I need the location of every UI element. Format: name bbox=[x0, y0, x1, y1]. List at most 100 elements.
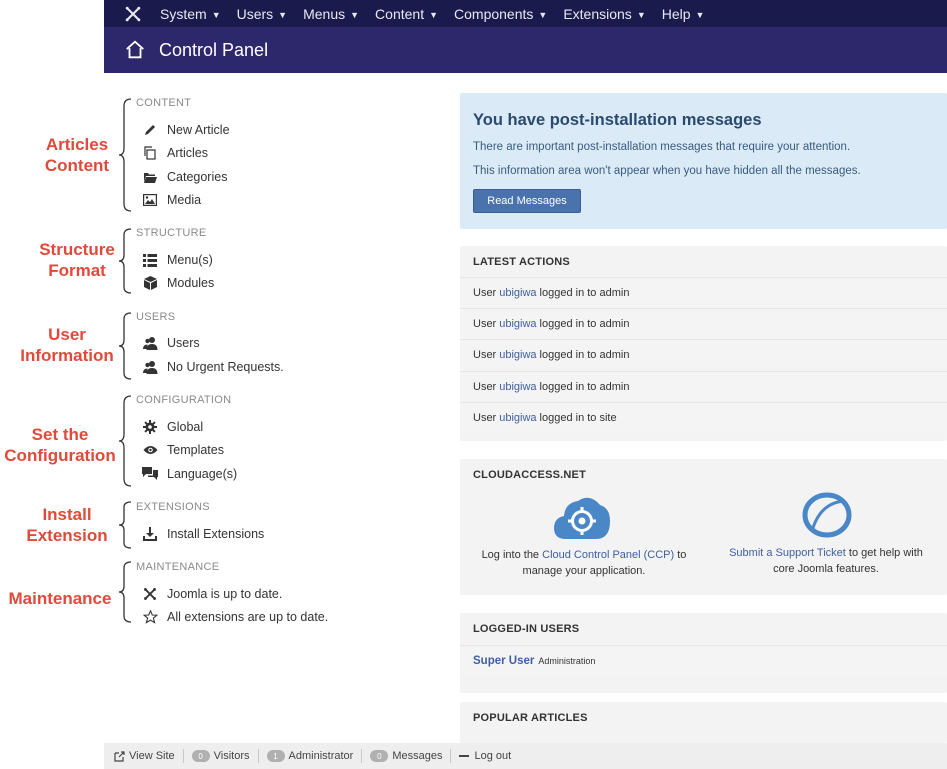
annotation-line: Maintenance bbox=[8, 589, 112, 608]
ccp-text: to bbox=[677, 549, 687, 561]
minus-icon bbox=[459, 755, 470, 757]
sidebar-item-label: Users bbox=[167, 336, 200, 350]
logout-link[interactable]: Log out bbox=[459, 750, 511, 762]
annotation-structure-format: Structure Format bbox=[30, 239, 124, 281]
joomla-icon bbox=[142, 586, 158, 602]
sidebar-item-users[interactable]: Users bbox=[142, 333, 200, 353]
action-text: logged in to admin bbox=[539, 380, 630, 393]
visitors-count-badge: 0 bbox=[191, 750, 210, 762]
popular-articles-panel: POPULAR ARTICLES bbox=[460, 702, 947, 743]
caret-down-icon: ▼ bbox=[278, 9, 288, 20]
sidebar-item-label: Categories bbox=[167, 170, 228, 184]
image-icon bbox=[142, 192, 158, 208]
sidebar-item-categories[interactable]: Categories bbox=[142, 167, 227, 187]
sidebar-item-install-extensions[interactable]: Install Extensions bbox=[142, 524, 264, 544]
action-prefix: User bbox=[473, 286, 497, 299]
administrator-link[interactable]: 1 Administrator bbox=[266, 750, 353, 762]
support-line: Submit a Support Ticket to get help with bbox=[712, 545, 940, 561]
logged-in-user-row: Super User Administration bbox=[460, 645, 947, 675]
messages-link[interactable]: 0 Messages bbox=[370, 750, 442, 762]
sidebar-item-label: New Article bbox=[167, 123, 230, 137]
action-row: User ubigiwa logged in to admin bbox=[460, 277, 947, 307]
ccp-login-line: Log into the Cloud Control Panel (CCP) t… bbox=[466, 547, 702, 563]
sidebar-item-media[interactable]: Media bbox=[142, 190, 201, 210]
joomla-logo-icon[interactable] bbox=[124, 5, 142, 23]
messages-count-badge: 0 bbox=[370, 750, 389, 762]
divider bbox=[450, 749, 452, 763]
sidebar-item-label: Global bbox=[167, 420, 204, 434]
star-icon bbox=[142, 609, 158, 625]
sidebar-item-articles[interactable]: Articles bbox=[142, 143, 208, 163]
sidebar-item-templates[interactable]: Templates bbox=[142, 440, 224, 460]
menu-content[interactable]: Content ▼ bbox=[375, 6, 438, 22]
sidebar-item-label: Joomla is up to date. bbox=[167, 587, 283, 601]
caret-down-icon: ▼ bbox=[636, 9, 646, 20]
sidebar-item-label: Menu(s) bbox=[167, 253, 213, 267]
annotation-line: Content bbox=[44, 156, 110, 175]
action-row: User ubigiwa logged in to admin bbox=[460, 339, 947, 369]
alert-title: You have post-installation messages bbox=[473, 111, 762, 129]
page-title: Control Panel bbox=[159, 39, 269, 60]
action-prefix: User bbox=[473, 411, 497, 424]
user-link[interactable]: ubigiwa bbox=[499, 287, 536, 299]
panel-title: LOGGED-IN USERS bbox=[473, 623, 580, 635]
sidebar-item-joomla-up-to-date[interactable]: Joomla is up to date. bbox=[142, 584, 282, 604]
menu-components[interactable]: Components ▼ bbox=[454, 6, 547, 22]
menu-help[interactable]: Help ▼ bbox=[662, 6, 705, 22]
support-ticket-link[interactable]: Submit a Support Ticket bbox=[729, 547, 846, 559]
annotation-line: Articles bbox=[45, 135, 109, 154]
user-link[interactable]: ubigiwa bbox=[499, 412, 536, 424]
sidebar-item-no-urgent-requests[interactable]: No Urgent Requests. bbox=[142, 357, 284, 377]
support-ticket-text: Submit a Support Ticket to get help with… bbox=[712, 545, 940, 577]
panel-title: CLOUDACCESS.NET bbox=[473, 469, 587, 481]
annotation-articles-content: Articles Content bbox=[36, 134, 118, 176]
annotation-set-configuration: Set the Configuration bbox=[0, 424, 120, 466]
cube-icon bbox=[142, 275, 158, 291]
menu-content-label: Content bbox=[375, 5, 425, 22]
sidebar-item-label: All extensions are up to date. bbox=[167, 610, 329, 624]
sidebar-item-languages[interactable]: Language(s) bbox=[142, 464, 237, 484]
user-link[interactable]: ubigiwa bbox=[499, 381, 536, 393]
annotation-line: Extension bbox=[26, 526, 108, 545]
annotation-install-extension: Install Extension bbox=[18, 504, 116, 546]
sidebar-item-menus[interactable]: Menu(s) bbox=[142, 250, 213, 270]
sidebar-item-modules[interactable]: Modules bbox=[142, 273, 214, 293]
menu-menus[interactable]: Menus ▼ bbox=[303, 6, 359, 22]
annotation-line: Set the bbox=[31, 425, 89, 444]
action-row: User ubigiwa logged in to site bbox=[460, 402, 947, 432]
logged-in-user-name[interactable]: Super User bbox=[473, 655, 534, 667]
sidebar-item-label: Language(s) bbox=[167, 467, 238, 481]
user-link[interactable]: ubigiwa bbox=[499, 318, 536, 330]
support-text: to get help with bbox=[848, 547, 923, 559]
annotation-line: Structure bbox=[39, 240, 115, 259]
divider bbox=[257, 749, 259, 763]
sidebar-item-global[interactable]: Global bbox=[142, 417, 203, 437]
sidebar-item-new-article[interactable]: New Article bbox=[142, 120, 230, 140]
menu-system[interactable]: System ▼ bbox=[160, 6, 221, 22]
support-ticket-icon[interactable] bbox=[800, 491, 854, 541]
view-site-link[interactable]: View Site bbox=[114, 750, 175, 762]
annotation-line: Format bbox=[48, 261, 106, 280]
pencil-icon bbox=[142, 122, 158, 138]
action-text: logged in to admin bbox=[539, 286, 630, 299]
section-title-extensions: EXTENSIONS bbox=[136, 501, 210, 513]
menu-system-label: System bbox=[160, 5, 207, 22]
menu-users[interactable]: Users ▼ bbox=[237, 6, 287, 22]
copy-icon bbox=[142, 145, 158, 161]
brace-structure bbox=[119, 228, 132, 294]
download-icon bbox=[142, 526, 158, 542]
sidebar-item-extensions-up-to-date[interactable]: All extensions are up to date. bbox=[142, 607, 328, 627]
read-messages-button[interactable]: Read Messages bbox=[473, 189, 581, 213]
brace-users bbox=[119, 312, 132, 380]
section-title-structure: STRUCTURE bbox=[136, 227, 207, 239]
menu-extensions-label: Extensions bbox=[563, 5, 632, 22]
menu-extensions[interactable]: Extensions ▼ bbox=[563, 6, 645, 22]
action-prefix: User bbox=[473, 317, 497, 330]
ccp-link[interactable]: Cloud Control Panel (CCP) bbox=[542, 549, 674, 561]
user-link[interactable]: ubigiwa bbox=[499, 349, 536, 361]
brace-extensions bbox=[119, 501, 132, 549]
visitors-link[interactable]: 0 Visitors bbox=[191, 750, 250, 762]
cloud-gear-icon[interactable] bbox=[552, 491, 612, 541]
ccp-login-text: Log into the Cloud Control Panel (CCP) t… bbox=[466, 547, 702, 579]
view-site-label: View Site bbox=[129, 750, 175, 762]
